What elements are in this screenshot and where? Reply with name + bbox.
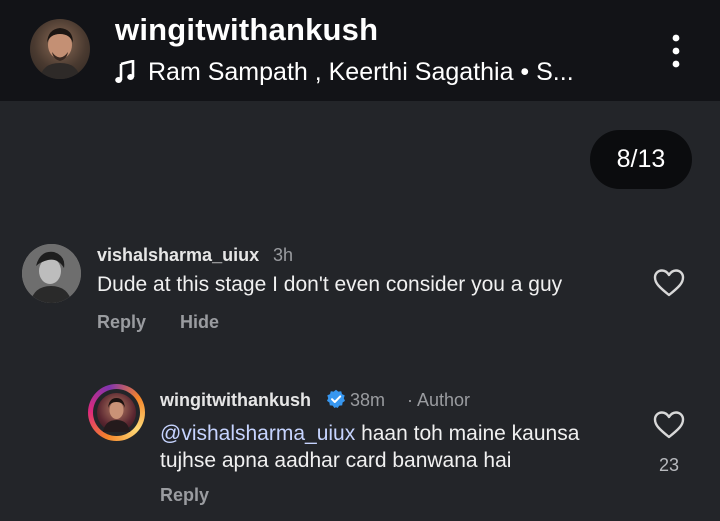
profile-avatar[interactable] [30, 19, 90, 79]
commenter-username[interactable]: vishalsharma_uiux [97, 245, 259, 266]
reply-timestamp: 38m [350, 390, 386, 410]
author-username[interactable]: wingitwithankush [160, 390, 311, 411]
mention-link[interactable]: @vishalsharma_uiux [160, 422, 355, 445]
music-note-icon [115, 60, 135, 83]
header-bar: wingitwithankush Ram Sampath , Keerthi S… [0, 0, 720, 101]
comment-timestamp: 3h [273, 245, 294, 265]
verified-badge-icon [327, 389, 345, 408]
reply-reply-button[interactable]: Reply [160, 485, 209, 506]
slide-counter: 8/13 [590, 130, 692, 189]
comment-text: Dude at this stage I don't even consider… [97, 273, 563, 296]
audio-track-text[interactable]: Ram Sampath , Keerthi Sagathia • S... [148, 58, 574, 87]
author-label: · Author [407, 390, 471, 410]
heart-icon[interactable] [653, 410, 685, 440]
author-avatar[interactable] [97, 393, 136, 432]
like-count: 23 [658, 455, 680, 475]
heart-icon[interactable] [653, 268, 685, 298]
comment-hide-button[interactable]: Hide [180, 312, 219, 333]
commenter-avatar[interactable] [22, 244, 81, 303]
reply-text: @vishalsharma_uiux haan toh maine kaunsa… [160, 420, 640, 474]
comment-reply-button[interactable]: Reply [97, 312, 146, 333]
header-username[interactable]: wingitwithankush [115, 12, 378, 48]
more-vertical-icon[interactable] [668, 34, 684, 68]
